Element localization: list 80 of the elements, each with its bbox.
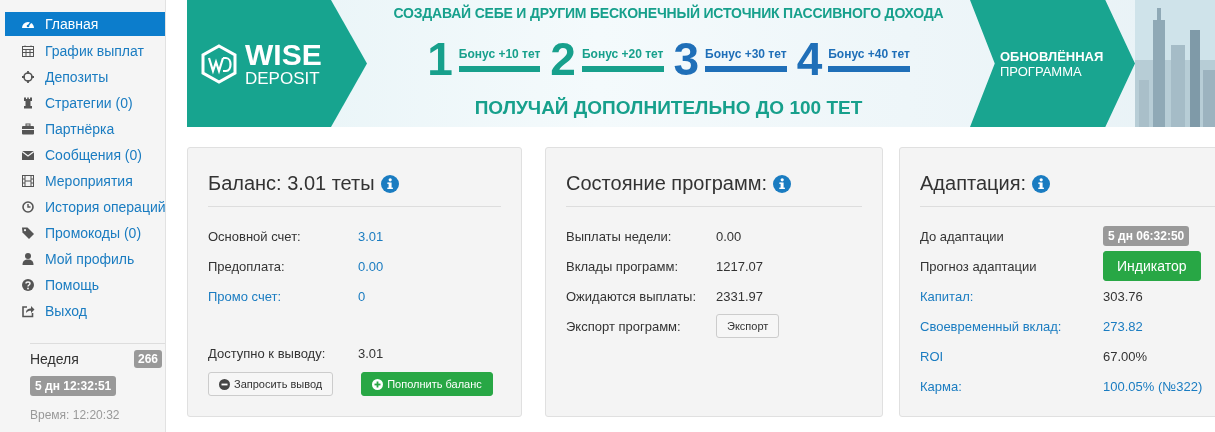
step-label: Бонус +10 тет [458, 46, 541, 72]
field-label: Прогноз адаптации [920, 258, 1038, 274]
field-label: Предоплата: [208, 258, 286, 274]
calendar-icon [21, 44, 35, 58]
step-label: Бонус +40 тет [828, 46, 910, 72]
user-icon [21, 252, 35, 266]
sidebar-item[interactable]: Мой профиль [5, 246, 165, 272]
sidebar-item[interactable]: Сообщения (0) [5, 142, 165, 168]
field-label: Доступно к выводу: [208, 346, 327, 361]
logo-subtitle: DEPOSIT [245, 70, 321, 87]
withdraw-button[interactable]: Запросить вывод [208, 372, 334, 396]
field-label: Экспорт программ: [566, 318, 682, 334]
countdown-badge: 5 дн 12:32:51 [30, 376, 117, 396]
step-label: Бонус +30 тет [705, 46, 787, 72]
label-link[interactable]: Промо счет: [208, 288, 358, 304]
count-badge: 266 [133, 350, 162, 368]
sidebar-item[interactable]: История операций [5, 194, 165, 220]
card-title: Баланс: 3.01 теты [208, 172, 375, 195]
label-link[interactable]: Карма: [920, 378, 1103, 394]
info-icon [773, 174, 792, 193]
value-link[interactable]: 273.82 [1103, 318, 1143, 334]
field-label: Выплаты недели: [566, 228, 673, 244]
card-title: Состояние программ: [566, 172, 768, 195]
step-label: Бонус +20 тет [581, 46, 664, 72]
tag-icon [21, 226, 35, 240]
sidebar-item[interactable]: Выход [5, 298, 165, 324]
week-label: Неделя [30, 351, 79, 367]
card-title: Адаптация: [920, 172, 1027, 195]
field-label: До адаптации [920, 228, 1005, 244]
time-label: Время: 12:20:32 [30, 408, 121, 422]
step-number: 3 [673, 36, 700, 82]
field-label: Основной счет: [208, 228, 302, 244]
value-link[interactable]: 0 [358, 288, 366, 304]
logo-icon [199, 43, 239, 84]
banner-side-subtitle: ПРОГРАММА [1000, 63, 1083, 79]
indicator-button[interactable]: Индикатор [1103, 251, 1201, 281]
field-label: Ожидаются выплаты: [566, 288, 698, 304]
step-number: 2 [550, 36, 576, 82]
top-up-button[interactable]: Пополнить баланс [361, 372, 493, 396]
sidebar-item[interactable]: Партнёрка [5, 116, 165, 142]
banner-subline: ПОЛУЧАЙ ДОПОЛНИТЕЛЬНО ДО 100 ТЕТ [474, 97, 863, 119]
info-icon [380, 174, 399, 193]
step-number: 1 [427, 36, 453, 82]
value-link[interactable]: 100.05% (№322) [1103, 378, 1203, 394]
sidebar-item[interactable]: Депозиты [5, 64, 165, 90]
step-number: 4 [796, 36, 823, 82]
sidebar-item[interactable]: Промокоды (0) [5, 220, 165, 246]
export-button[interactable]: Экспорт [716, 314, 780, 338]
film-icon [21, 174, 35, 188]
briefcase-icon [21, 122, 35, 136]
logo-wordmark: WISE [245, 40, 322, 70]
field-value: 2331.97 [716, 288, 763, 304]
plus-circle-icon [372, 378, 384, 390]
countdown-badge: 5 дн 06:32:50 [1103, 226, 1190, 246]
field-value: 303.76 [1103, 288, 1143, 304]
banner-headline: СОЗДАВАЙ СЕБЕ И ДРУГИМ БЕСКОНЕЧНЫЙ ИСТОЧНИК ПАССИВНОГО ДОХОДА [393, 5, 944, 21]
sidebar-item[interactable]: График выплат [5, 38, 165, 64]
value-link[interactable]: 3.01 [358, 228, 384, 244]
sidebar-item[interactable]: Помощь [5, 272, 165, 298]
help-icon [21, 278, 35, 292]
field-value: 0.00 [716, 228, 742, 244]
field-label: Вклады программ: [566, 258, 680, 274]
field-value: 3.01 [358, 346, 384, 361]
banner-side-title: ОБНОВЛЁННАЯ [1000, 48, 1105, 64]
clock-icon [21, 200, 35, 214]
field-value: 1217.07 [716, 258, 763, 274]
label-link[interactable]: Своевременный вклад: [920, 318, 1103, 334]
sidebar-item[interactable]: Главная [5, 12, 165, 36]
sidebar-item[interactable]: Стратегии (0) [5, 90, 165, 116]
chess-rook-icon [21, 96, 35, 110]
sidebar-item[interactable]: Мероприятия [5, 168, 165, 194]
minus-circle-icon [219, 378, 230, 390]
envelope-icon [21, 148, 35, 162]
label-link[interactable]: Капитал: [920, 288, 1103, 304]
info-icon [1032, 174, 1051, 193]
label-link[interactable]: ROI [920, 348, 1103, 364]
value-link[interactable]: 0.00 [358, 258, 384, 274]
crosshair-icon [21, 70, 35, 84]
field-value: 67.00% [1103, 348, 1148, 364]
share-icon [21, 304, 35, 318]
